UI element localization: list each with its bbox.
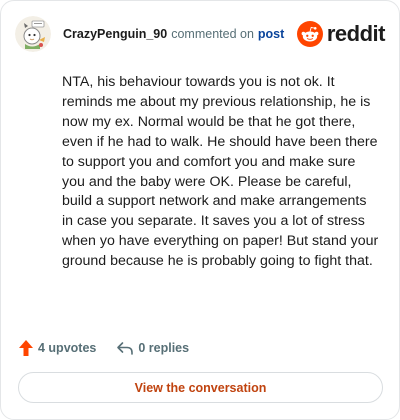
commented-on-text: commented on — [171, 27, 254, 41]
username-link[interactable]: CrazyPenguin_90 — [63, 27, 167, 41]
reply-arrow-icon — [117, 342, 134, 355]
penguin-avatar-icon — [15, 16, 51, 52]
comment-card: CrazyPenguin_90 commented on post reddit… — [0, 0, 400, 420]
reddit-snoo-logo-icon — [296, 21, 323, 47]
comment-actions: 4 upvotes 0 replies — [18, 337, 189, 359]
upvote-button[interactable]: 4 upvotes — [18, 339, 96, 357]
user-avatar[interactable] — [15, 16, 51, 52]
reply-count: 0 replies — [138, 341, 190, 355]
reddit-brand[interactable]: reddit — [296, 21, 386, 47]
post-link[interactable]: post — [258, 27, 284, 41]
view-conversation-button[interactable]: View the conversation — [18, 372, 383, 403]
reddit-wordmark: reddit — [326, 21, 386, 46]
byline: CrazyPenguin_90 commented on post — [63, 27, 284, 41]
reply-button[interactable]: 0 replies — [116, 340, 189, 356]
comment-text: NTA, his behaviour towards you is not ok… — [62, 74, 379, 270]
upvote-count: 4 upvotes — [38, 341, 97, 355]
upvote-arrow-icon — [19, 340, 33, 356]
comment-header: CrazyPenguin_90 commented on post reddit — [15, 15, 386, 53]
